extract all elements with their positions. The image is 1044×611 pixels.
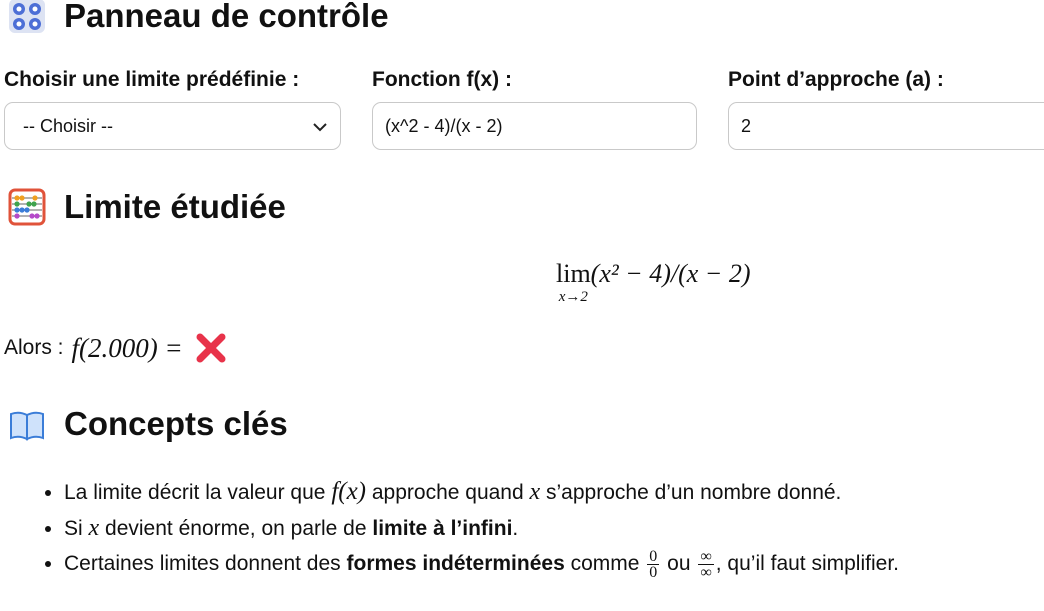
cross-mark-icon xyxy=(195,332,227,364)
concept-text: La limite décrit la valeur que xyxy=(64,481,326,504)
fraction-numerator: 0 xyxy=(647,547,660,565)
concept-text: devient énorme, on parle de xyxy=(105,517,367,540)
concept-text: comme xyxy=(570,552,640,575)
preset-select[interactable]: -- Choisir -- xyxy=(4,102,341,150)
abacus-icon xyxy=(8,188,46,226)
limit-heading: Limite étudiée xyxy=(8,188,286,226)
concepts-heading: Concepts clés xyxy=(8,405,288,443)
concepts-title: Concepts clés xyxy=(64,405,288,442)
chevron-down-icon xyxy=(312,116,328,137)
concept-text: ou xyxy=(667,552,691,575)
concept-text: approche quand xyxy=(371,481,524,504)
point-input[interactable]: 2 xyxy=(728,102,1044,150)
math-x: x xyxy=(529,479,541,505)
concepts-list: La limite décrit la valeur que f(x) appr… xyxy=(24,474,899,582)
concept-bold: formes indéterminées xyxy=(346,552,565,575)
preset-label: Choisir une limite prédéfinie : xyxy=(4,68,300,91)
fraction-numerator: ∞ xyxy=(698,547,714,565)
list-item: La limite décrit la valeur que f(x) appr… xyxy=(64,474,899,510)
function-label: Fonction f(x) : xyxy=(372,68,512,91)
math-fx: f(x) xyxy=(331,478,367,505)
fraction-denominator: 0 xyxy=(649,563,658,581)
limit-title: Limite étudiée xyxy=(64,188,286,225)
list-item: Certaines limites donnent des formes ind… xyxy=(64,546,899,582)
concept-text: . xyxy=(512,517,519,540)
concept-bold: limite à l’infini xyxy=(372,517,513,540)
concept-text: , qu’il faut simplifier. xyxy=(715,552,899,575)
lim-operator: lim x→2 xyxy=(556,258,591,305)
list-item: Si x devient énorme, on parle de limite … xyxy=(64,510,899,546)
evaluation-expression: f(2.000) = xyxy=(71,332,183,363)
concept-text: Certaines limites donnent des xyxy=(64,552,341,575)
then-label: Alors : xyxy=(4,336,64,359)
concept-text: s’approche d’un nombre donné. xyxy=(546,481,842,504)
limit-expression: (x² − 4)/(x − 2) xyxy=(590,259,751,288)
limit-formula: lim x→2 (x² − 4)/(x − 2) xyxy=(556,258,751,305)
fraction-denominator: ∞ xyxy=(700,563,712,581)
control-panel-heading: Panneau de contrôle xyxy=(8,0,389,35)
point-label: Point d’approche (a) : xyxy=(728,68,944,91)
open-book-icon xyxy=(8,405,46,443)
evaluation-line: Alors : f(2.000) = ❌ xyxy=(4,330,227,366)
fraction-inf-over-inf: ∞ ∞ xyxy=(698,547,714,581)
point-input-value: 2 xyxy=(741,115,752,136)
lim-subscript: x→2 xyxy=(558,289,588,305)
control-panel-title: Panneau de contrôle xyxy=(64,0,389,34)
concept-text: Si xyxy=(64,517,83,540)
fraction-zero-over-zero: 0 0 xyxy=(647,547,660,581)
lim-word: lim xyxy=(556,259,591,288)
function-input[interactable]: (x^2 - 4)/(x - 2) xyxy=(372,102,697,150)
preset-select-value: -- Choisir -- xyxy=(23,115,113,136)
math-x: x xyxy=(88,515,100,541)
control-knobs-icon xyxy=(8,0,46,35)
function-input-value: (x^2 - 4)/(x - 2) xyxy=(385,115,503,136)
